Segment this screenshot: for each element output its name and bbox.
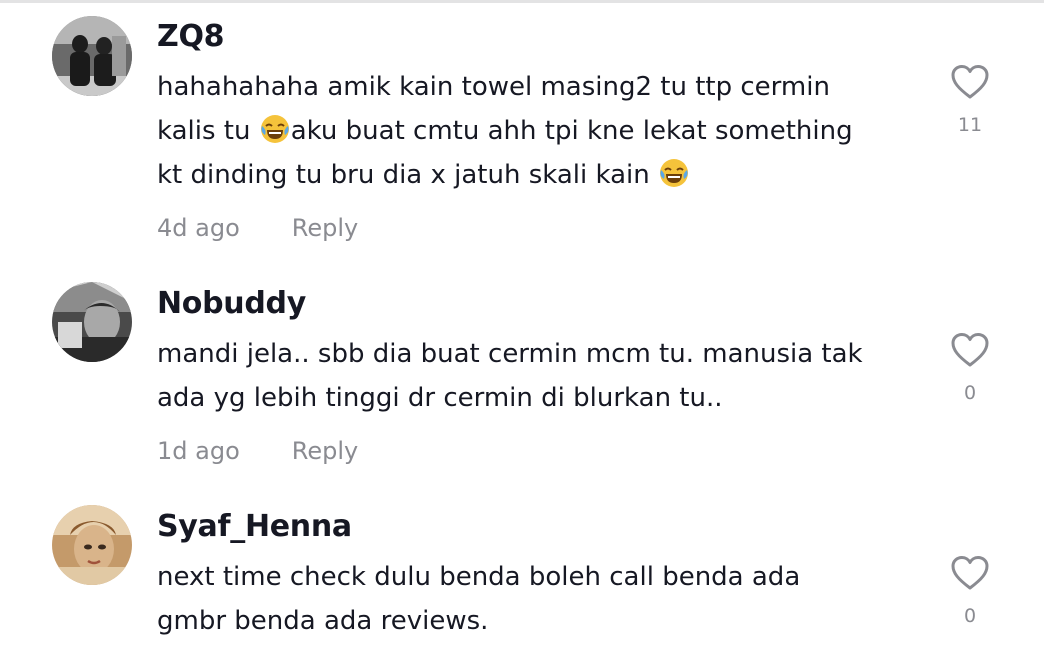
comment-text: next time check dulu benda boleh call be… — [157, 562, 801, 592]
like-count: 11 — [957, 114, 983, 136]
avatar[interactable] — [52, 282, 132, 362]
like-control: 11 — [948, 64, 992, 136]
timestamp: 4d ago — [157, 214, 240, 242]
heart-outline-icon[interactable] — [950, 332, 990, 368]
comment-meta: 1d ago Reply — [157, 437, 358, 465]
comment-text: ada yg lebih tinggi dr cermin di blurkan… — [157, 383, 723, 413]
comment-text: hahahahaha amik kain towel masing2 tu tt… — [157, 72, 830, 102]
avatar[interactable] — [52, 505, 132, 585]
heart-outline-icon[interactable] — [950, 555, 990, 591]
comment-text-line: kt dinding tu bru dia x jatuh skali kain — [157, 153, 690, 197]
username[interactable]: Nobuddy — [157, 286, 306, 321]
like-count: 0 — [963, 605, 977, 627]
face-with-tears-of-joy-emoji — [260, 115, 289, 143]
like-count: 0 — [963, 382, 977, 404]
comment-text: gmbr benda ada reviews. — [157, 606, 489, 636]
comment-text-line: hahahahaha amik kain towel masing2 tu tt… — [157, 65, 830, 109]
username[interactable]: Syaf_Henna — [157, 509, 352, 544]
comment-text-line: ada yg lebih tinggi dr cermin di blurkan… — [157, 376, 723, 420]
heart-outline-icon[interactable] — [950, 64, 990, 100]
comment-meta: 4d ago Reply — [157, 214, 358, 242]
timestamp: 1d ago — [157, 437, 240, 465]
reply-button[interactable]: Reply — [292, 437, 358, 465]
comment-text: mandi jela.. sbb dia buat cermin mcm tu.… — [157, 339, 863, 369]
comment-text-line: next time check dulu benda boleh call be… — [157, 555, 800, 599]
like-control: 0 — [948, 332, 992, 404]
comment-text: kt dinding tu bru dia x jatuh skali kain — [157, 160, 659, 190]
username[interactable]: ZQ8 — [157, 19, 225, 54]
reply-button[interactable]: Reply — [292, 214, 358, 242]
comment-text-line: mandi jela.. sbb dia buat cermin mcm tu.… — [157, 332, 863, 376]
comment-text: aku buat cmtu ahh tpi kne lekat somethin… — [290, 116, 853, 146]
comment-text: kalis tu — [157, 116, 259, 146]
face-with-tears-of-joy-emoji — [660, 159, 689, 187]
avatar[interactable] — [52, 16, 132, 96]
comment-text-line: gmbr benda ada reviews. — [157, 599, 488, 643]
comment-text-line: kalis tu aku buat cmtu ahh tpi kne lekat… — [157, 109, 853, 153]
top-divider — [0, 0, 1044, 3]
like-control: 0 — [948, 555, 992, 627]
